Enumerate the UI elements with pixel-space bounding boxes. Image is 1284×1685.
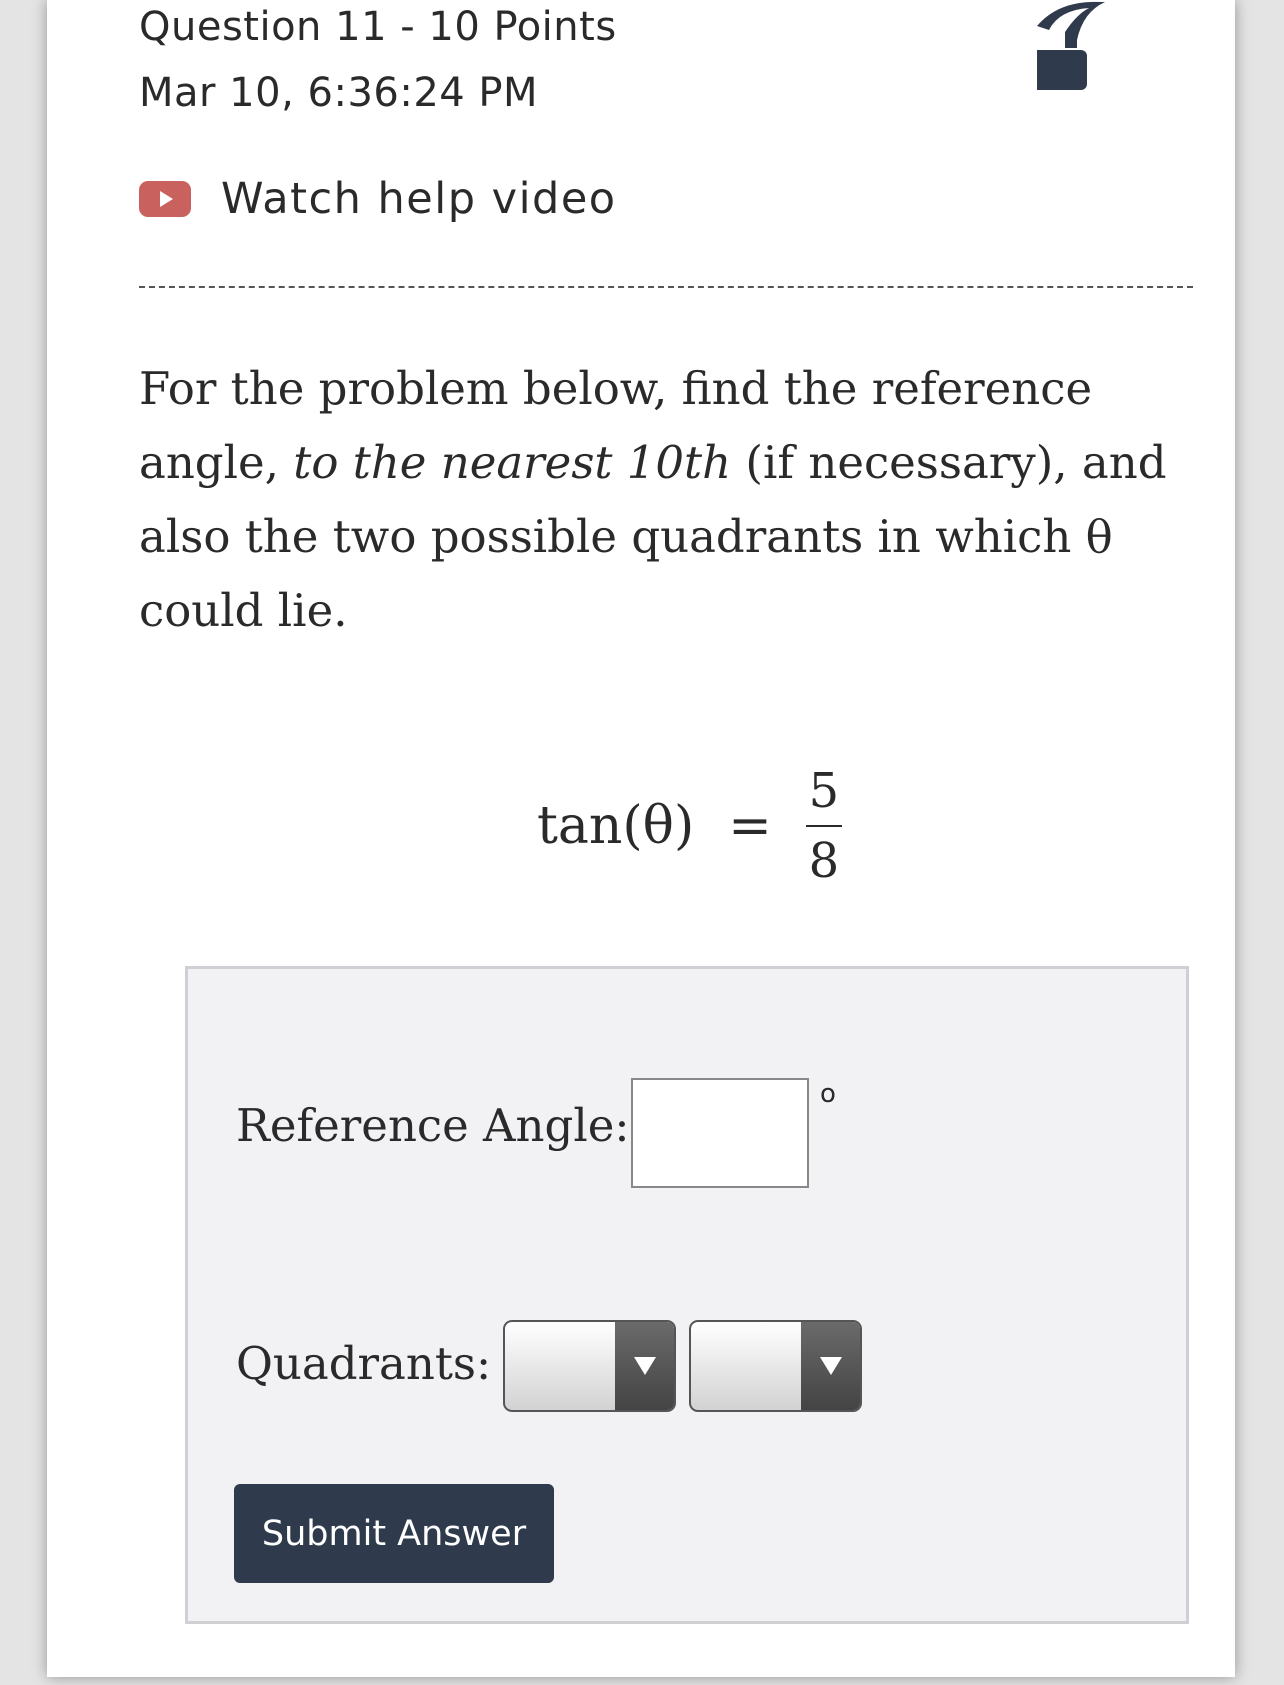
equation-lhs: tan(θ) — [537, 796, 695, 856]
submit-answer-button[interactable]: Submit Answer — [234, 1484, 554, 1583]
fraction: 5 8 — [805, 763, 842, 889]
equation: tan(θ) = 5 8 — [537, 756, 842, 896]
fraction-denominator: 8 — [808, 833, 840, 889]
dropdown-arrow-icon[interactable] — [615, 1322, 674, 1410]
video-play-icon — [139, 181, 191, 217]
quadrant-select-2[interactable] — [689, 1320, 862, 1412]
problem-statement: For the problem below, find the referenc… — [139, 362, 1167, 637]
answer-panel: Reference Angle: o Quadrants: Submit Ans… — [185, 966, 1189, 1624]
fraction-bar — [805, 825, 842, 827]
watch-help-video-label: Watch help video — [221, 174, 617, 224]
reference-angle-input[interactable] — [631, 1078, 809, 1188]
dashed-divider — [139, 286, 1193, 288]
dropdown-arrow-icon[interactable] — [801, 1322, 860, 1410]
question-timestamp: Mar 10, 6:36:24 PM — [139, 70, 539, 116]
degree-symbol: o — [820, 1079, 836, 1109]
watch-help-video-link[interactable]: Watch help video — [139, 174, 617, 224]
fraction-numerator: 5 — [808, 763, 840, 819]
equals-sign: = — [728, 796, 772, 856]
question-card: Question 11 - 10 Points Mar 10, 6:36:24 … — [47, 0, 1235, 1677]
help-question-icon[interactable] — [1037, 0, 1107, 96]
reference-angle-label: Reference Angle: — [236, 1099, 630, 1152]
quadrant-select-1[interactable] — [503, 1320, 676, 1412]
question-title: Question 11 - 10 Points — [139, 4, 617, 50]
quadrants-label: Quadrants: — [236, 1337, 492, 1390]
